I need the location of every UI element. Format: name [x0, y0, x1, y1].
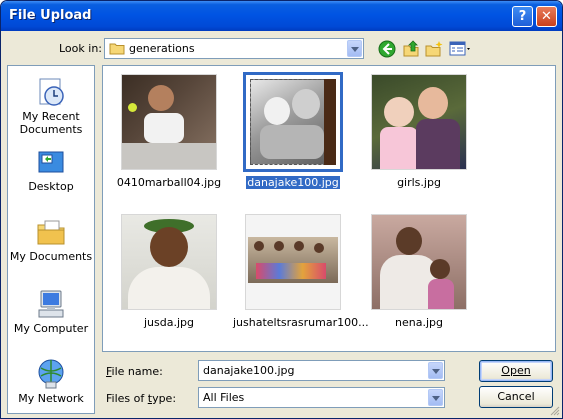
place-desktop[interactable]: Desktop: [8, 146, 94, 193]
file-thumbnail: [121, 214, 217, 310]
resize-grip-icon[interactable]: [550, 406, 560, 416]
open-button-label: Open: [501, 364, 531, 377]
file-thumbnail: [245, 214, 341, 310]
file-item[interactable]: girls.jpg: [359, 74, 479, 189]
file-name: jusda.jpg: [144, 316, 194, 329]
file-name-input[interactable]: danajake100.jpg: [198, 360, 445, 381]
file-item[interactable]: jusda.jpg: [109, 214, 229, 329]
file-list-view[interactable]: 0410marball04.jpg danajake100.jpg girls.…: [102, 65, 556, 352]
place-my-network[interactable]: My Network: [8, 358, 94, 405]
place-label: My Documents: [9, 250, 93, 263]
file-item[interactable]: 0410marball04.jpg: [109, 74, 229, 189]
up-folder-icon[interactable]: [402, 40, 420, 58]
chevron-down-icon[interactable]: [428, 389, 443, 406]
chevron-down-icon[interactable]: [428, 362, 443, 379]
file-name-label-text: ile name:: [111, 365, 163, 378]
file-thumbnail: [371, 214, 467, 310]
file-thumbnail: [371, 74, 467, 170]
file-name-text: danajake100.jpg: [245, 175, 341, 190]
file-name: danajake100.jpg: [233, 175, 353, 190]
file-name: 0410marball04.jpg: [116, 176, 222, 189]
place-my-computer[interactable]: My Computer: [8, 288, 94, 335]
places-bar: My Recent Documents Desktop My Documents…: [7, 65, 95, 414]
place-label: My Network: [18, 392, 84, 405]
place-my-documents[interactable]: My Documents: [8, 216, 94, 263]
close-icon: ✕: [541, 9, 552, 24]
file-item[interactable]: jushateltsrasrumar100...: [233, 214, 369, 329]
new-folder-icon[interactable]: [425, 40, 443, 58]
file-name: jushateltsrasrumar100...: [233, 316, 369, 329]
folder-icon: [109, 43, 125, 55]
cancel-button[interactable]: Cancel: [479, 386, 553, 408]
open-button[interactable]: Open: [479, 360, 553, 382]
place-recent-documents[interactable]: My Recent Documents: [8, 76, 94, 136]
view-menu-icon[interactable]: [449, 40, 473, 58]
my-computer-icon: [35, 288, 67, 320]
help-button[interactable]: ?: [512, 6, 533, 27]
file-name-value: danajake100.jpg: [203, 364, 295, 377]
desktop-icon: [35, 146, 67, 178]
file-type-label: Files of type:: [106, 392, 176, 405]
close-button[interactable]: ✕: [536, 6, 557, 27]
chevron-down-icon[interactable]: [347, 40, 362, 57]
recent-documents-icon: [35, 76, 67, 108]
file-thumbnail: [243, 72, 343, 172]
file-name: nena.jpg: [395, 316, 443, 329]
my-documents-icon: [35, 216, 67, 248]
place-label: My Computer: [13, 322, 89, 335]
help-icon: ?: [518, 9, 527, 24]
back-icon[interactable]: [378, 40, 396, 58]
cancel-button-label: Cancel: [497, 390, 535, 403]
file-type-value: All Files: [203, 391, 245, 404]
window-title: File Upload: [9, 8, 92, 23]
title-bar[interactable]: File Upload ? ✕: [1, 1, 562, 31]
place-label: My Recent Documents: [19, 110, 83, 136]
look-in-value: generations: [129, 42, 195, 55]
file-type-label-text: Files of type:: [106, 392, 177, 405]
file-name-label: File name:: [106, 365, 163, 378]
file-name: girls.jpg: [397, 176, 441, 189]
file-type-dropdown[interactable]: All Files: [198, 387, 445, 408]
look-in-dropdown[interactable]: generations: [104, 38, 364, 59]
file-thumbnail: [121, 74, 217, 170]
file-item[interactable]: nena.jpg: [359, 214, 479, 329]
look-in-label: Look in:: [59, 42, 102, 55]
file-upload-dialog: File Upload ? ✕ Look in: generations My …: [0, 0, 563, 419]
place-label: Desktop: [28, 180, 74, 193]
my-network-icon: [35, 358, 67, 390]
file-item-selected[interactable]: danajake100.jpg: [233, 72, 353, 190]
